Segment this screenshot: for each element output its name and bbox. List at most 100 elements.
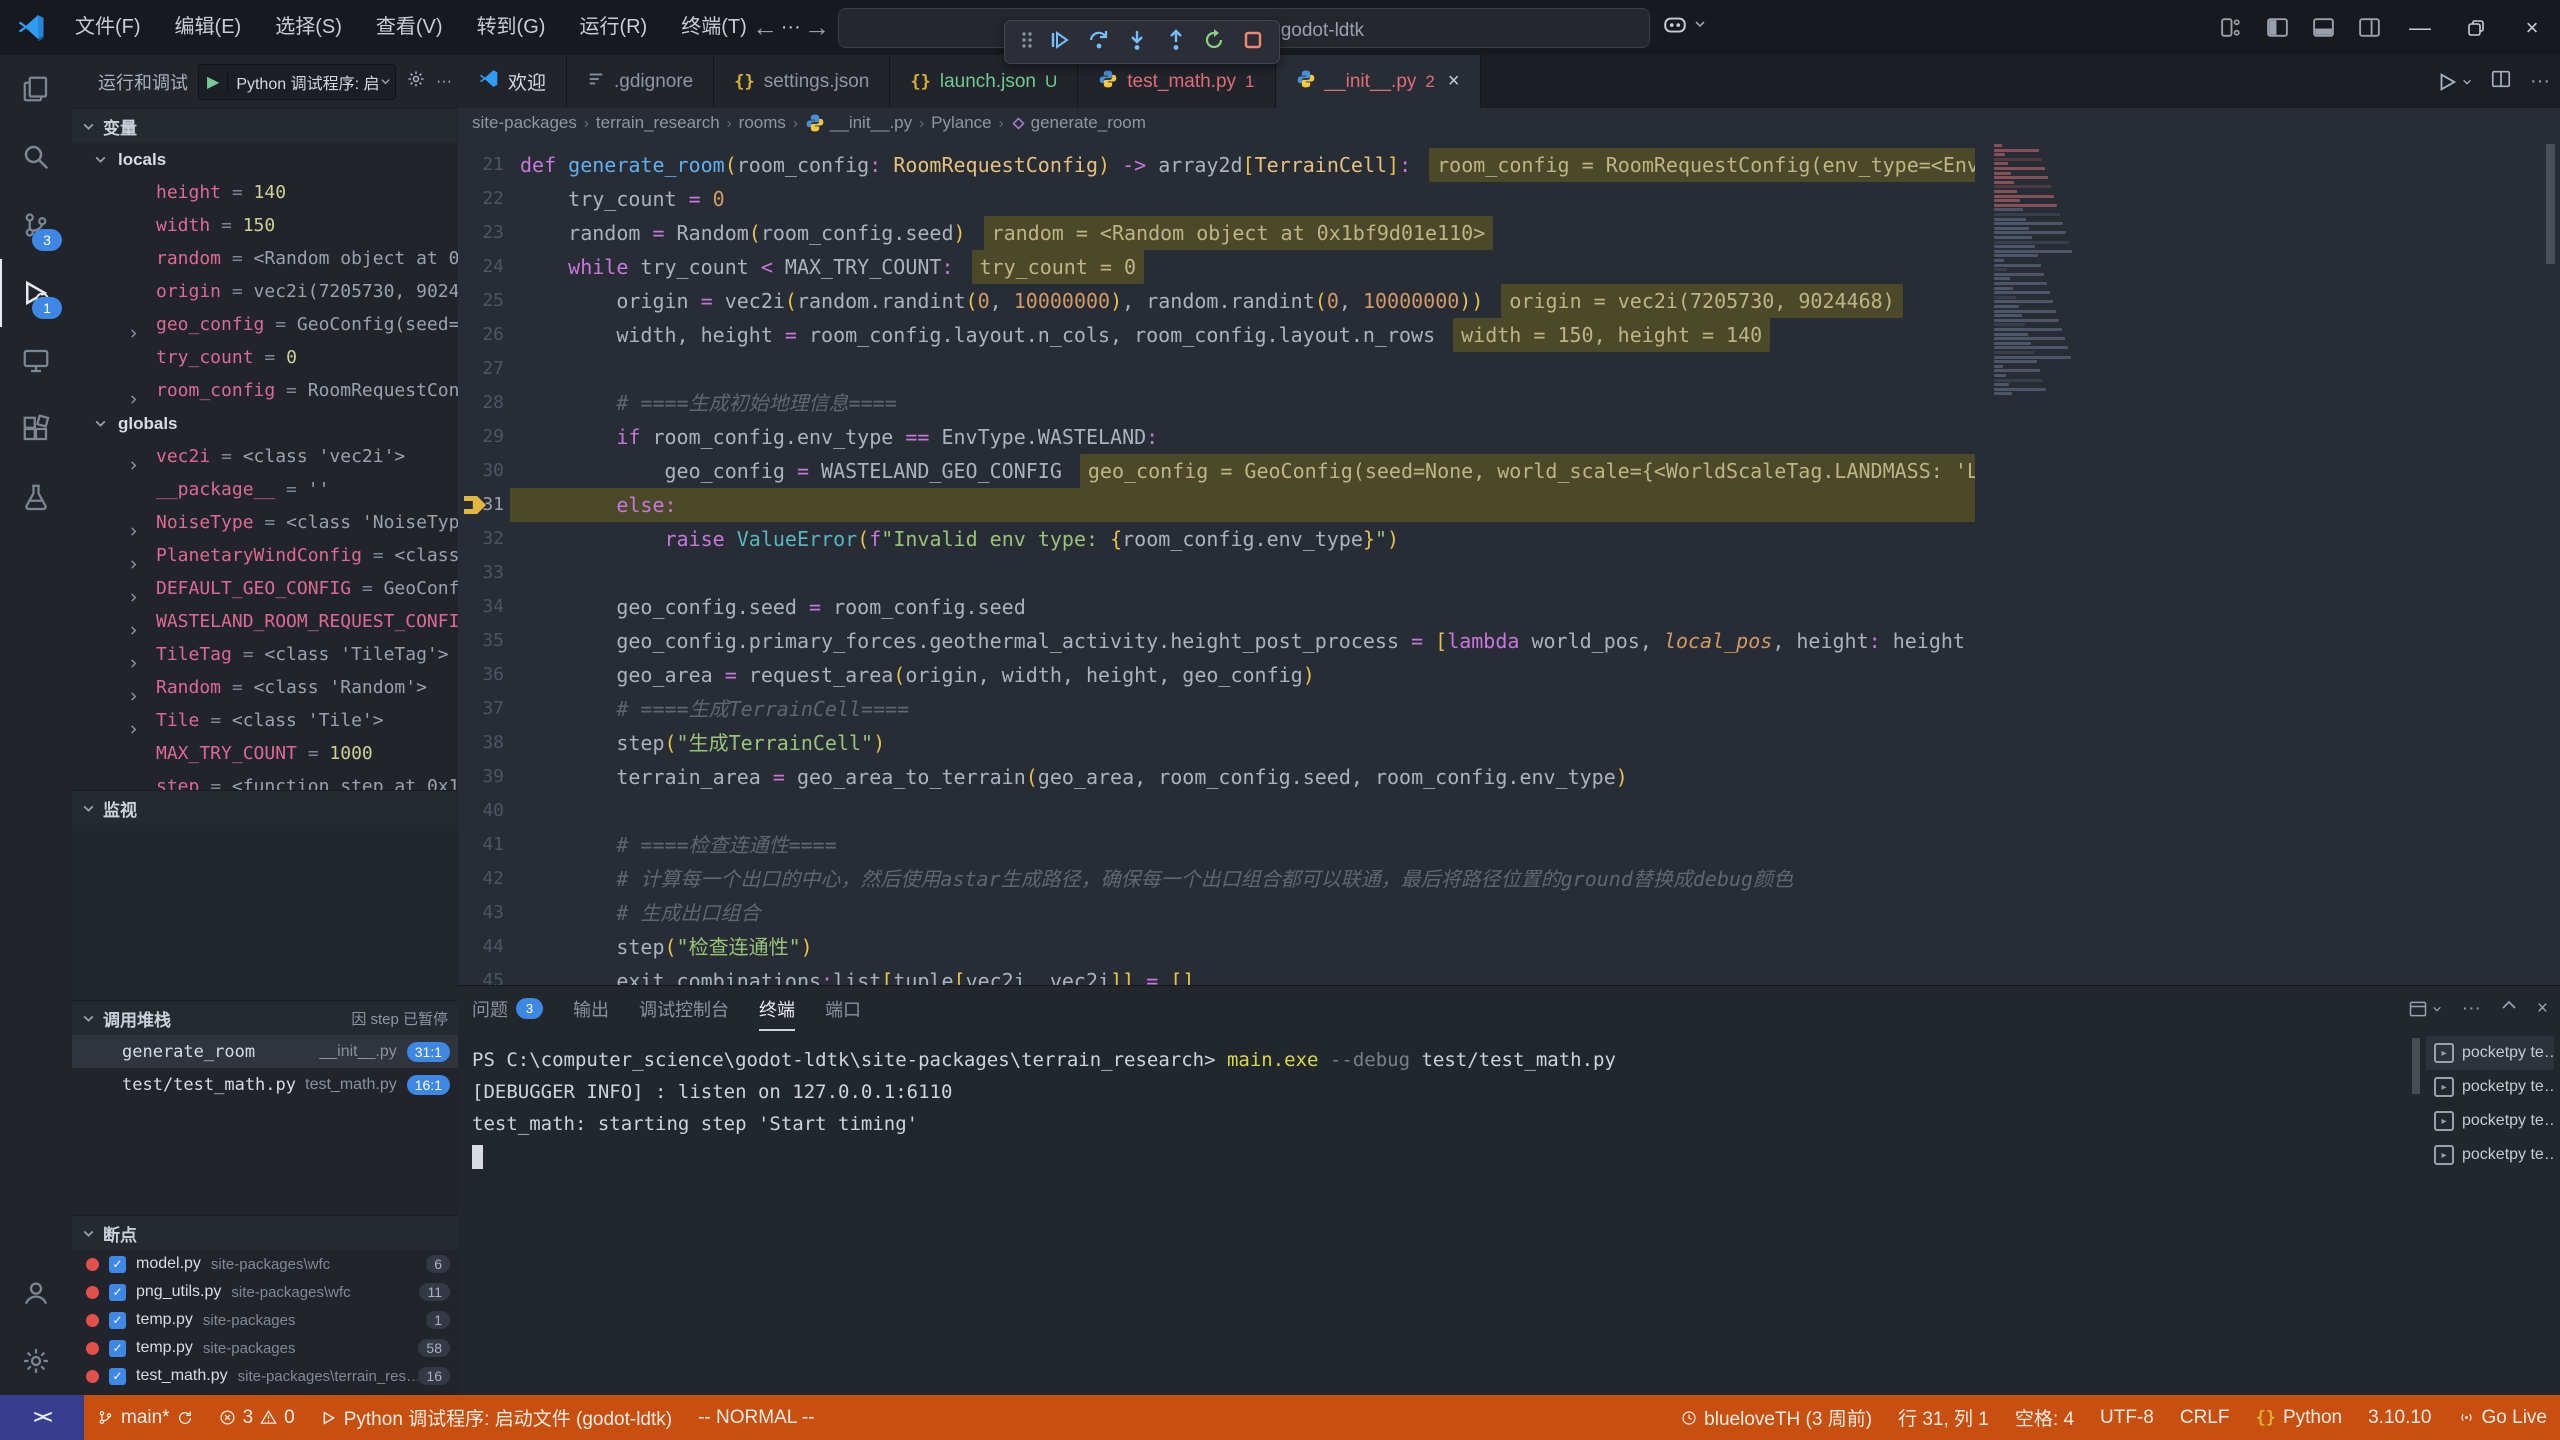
breakpoint-model.py[interactable]: ✓model.pysite-packages\wfc6 — [72, 1250, 458, 1278]
menu-item-0[interactable]: 文件(F) — [58, 0, 158, 55]
variable-geo_config[interactable]: geo_config = GeoConfig(seed=None, wor… — [72, 308, 458, 341]
variable-origin[interactable]: origin = vec2i(7205730, 9024468) — [72, 275, 458, 308]
step-over-button[interactable] — [1087, 28, 1111, 57]
status-vim-mode[interactable]: -- NORMAL -- — [685, 1395, 827, 1440]
status-indentation[interactable]: 空格: 4 — [2002, 1395, 2087, 1440]
drag-handle[interactable] — [1020, 30, 1034, 55]
section-watch[interactable]: 监视 — [72, 790, 458, 825]
variable-width[interactable]: width = 150 — [72, 209, 458, 242]
toggle-panel-icon[interactable] — [2300, 0, 2346, 55]
activity-search[interactable] — [0, 123, 72, 191]
activity-source-control[interactable]: 3 — [0, 191, 72, 259]
restart-button[interactable] — [1202, 28, 1226, 57]
section-variables[interactable]: 变量 — [72, 108, 458, 143]
more-actions-icon[interactable]: ··· — [2530, 70, 2550, 93]
tab-__init__.py[interactable]: __init__.py2× — [1276, 55, 1481, 108]
variable-vec2i[interactable]: vec2i = <class 'vec2i'> — [72, 440, 458, 473]
terminal-views-icon[interactable] — [2408, 999, 2442, 1019]
terminal-instance[interactable]: ▸pocketpy te… — [2426, 1104, 2554, 1138]
panel-tab-终端[interactable]: 终端 — [759, 986, 795, 1031]
stack-frame-generate_room[interactable]: generate_room__init__.py31:1 — [72, 1035, 458, 1068]
breakpoint-checkbox[interactable]: ✓ — [109, 1312, 126, 1329]
variable-PlanetaryWindConfig[interactable]: PlanetaryWindConfig = <class 'Planeta… — [72, 539, 458, 572]
variable-MAX_TRY_COUNT[interactable]: MAX_TRY_COUNT = 1000 — [72, 737, 458, 770]
terminal-instance[interactable]: ▸pocketpy te… — [2426, 1138, 2554, 1172]
variable-TileTag[interactable]: TileTag = <class 'TileTag'> — [72, 638, 458, 671]
breadcrumb-item[interactable]: rooms — [739, 113, 786, 133]
tab-.gdignore[interactable]: .gdignore — [567, 55, 714, 108]
menu-item-2[interactable]: 选择(S) — [258, 0, 359, 55]
status-remote-indicator[interactable]: >< — [0, 1395, 84, 1440]
close-panel-icon[interactable]: × — [2537, 998, 2548, 1020]
tab--[interactable]: 欢迎 — [458, 55, 567, 108]
variable-Random[interactable]: Random = <class 'Random'> — [72, 671, 458, 704]
menu-item-6[interactable]: 终端(T) — [664, 0, 764, 55]
maximize-panel-icon[interactable] — [2501, 998, 2517, 1020]
activity-remote-explorer[interactable] — [0, 327, 72, 395]
minimap[interactable] — [1988, 138, 2076, 985]
menu-item-1[interactable]: 编辑(E) — [158, 0, 259, 55]
terminal-scrollbar[interactable] — [2412, 1038, 2420, 1094]
status-git-branch[interactable]: main* — [84, 1395, 206, 1440]
status-debug-session[interactable]: Python 调试程序: 启动文件 (godot-ldtk) — [308, 1395, 685, 1440]
breakpoint-temp.py[interactable]: ✓temp.pysite-packages1 — [72, 1306, 458, 1334]
menu-item-4[interactable]: 转到(G) — [460, 0, 563, 55]
scope-globals[interactable]: globals — [72, 407, 458, 440]
terminal-instance[interactable]: ▸pocketpy te… — [2426, 1036, 2554, 1070]
variable-random[interactable]: random = <Random object at 0x1bf9d01e… — [72, 242, 458, 275]
stop-button[interactable] — [1241, 28, 1265, 57]
editor-scrollbar[interactable] — [2546, 144, 2555, 264]
activity-run-debug[interactable]: 1 — [0, 259, 72, 327]
forward-icon[interactable]: → — [804, 12, 830, 43]
debug-settings-gear-icon[interactable] — [406, 69, 426, 94]
terminal-output[interactable]: PS C:\computer_science\godot-ldtk\site-p… — [472, 1044, 2422, 1172]
account-icon[interactable] — [0, 1259, 72, 1327]
activity-extensions[interactable] — [0, 395, 72, 463]
stack-frame-test-test_math-py[interactable]: test/test_math.pytest_math.py16:1 — [72, 1068, 458, 1101]
variable-DEFAULT_GEO_CONFIG[interactable]: DEFAULT_GEO_CONFIG = GeoConfig(seed=1… — [72, 572, 458, 605]
more-actions-icon[interactable]: ··· — [436, 73, 452, 91]
customize-layout-icon[interactable] — [2208, 0, 2254, 55]
variable-height[interactable]: height = 140 — [72, 176, 458, 209]
status-cursor-position[interactable]: 行 31, 列 1 — [1885, 1395, 2002, 1440]
breadcrumb-item[interactable]: generate_room — [1011, 113, 1146, 133]
section-breakpoints[interactable]: 断点 — [72, 1215, 458, 1250]
panel-tab-输出[interactable]: 输出 — [573, 986, 609, 1031]
panel-tab-调试控制台[interactable]: 调试控制台 — [639, 986, 729, 1031]
status-blame[interactable]: blueloveTH (3 周前) — [1668, 1395, 1885, 1440]
code-editor[interactable]: 2021def generate_room(room_config: RoomR… — [458, 138, 2560, 985]
variable-WASTELAND_ROOM_REQUEST_CONFIG[interactable]: WASTELAND_ROOM_REQUEST_CONFIG = RoomR… — [72, 605, 458, 638]
continue-button[interactable] — [1048, 28, 1072, 57]
breadcrumb-item[interactable]: site-packages — [472, 113, 577, 133]
breakpoint-checkbox[interactable]: ✓ — [109, 1368, 126, 1385]
variable-Tile[interactable]: Tile = <class 'Tile'> — [72, 704, 458, 737]
terminal-instance[interactable]: ▸pocketpy te… — [2426, 1070, 2554, 1104]
step-into-button[interactable] — [1125, 28, 1149, 57]
tab-settings.json[interactable]: {}settings.json — [714, 55, 890, 108]
status-encoding[interactable]: UTF-8 — [2087, 1395, 2167, 1440]
variable-NoiseType[interactable]: NoiseType = <class 'NoiseType'> — [72, 506, 458, 539]
run-python-file-button[interactable] — [2436, 71, 2472, 93]
status-language-mode[interactable]: {}Python — [2242, 1395, 2355, 1440]
menu-item-3[interactable]: 查看(V) — [359, 0, 460, 55]
toggle-secondary-sidebar-icon[interactable] — [2346, 0, 2392, 55]
status-eol[interactable]: CRLF — [2167, 1395, 2243, 1440]
restore-button[interactable] — [2448, 0, 2504, 55]
step-out-button[interactable] — [1164, 28, 1188, 57]
more-actions-icon[interactable]: ··· — [2462, 998, 2481, 1020]
copilot-button[interactable] — [1662, 11, 1706, 37]
back-icon[interactable]: ← — [752, 12, 778, 43]
minimize-button[interactable]: — — [2392, 0, 2448, 55]
start-debug-icon[interactable]: ▶ — [199, 72, 228, 92]
menu-item-5[interactable]: 运行(R) — [562, 0, 664, 55]
breadcrumb-item[interactable]: __init__.py — [805, 113, 912, 133]
breadcrumb-item[interactable]: terrain_research — [596, 113, 720, 133]
debug-config-dropdown[interactable]: ▶ Python 调试程序: 启 — [198, 64, 396, 100]
settings-gear-icon[interactable] — [0, 1327, 72, 1395]
split-editor-icon[interactable] — [2490, 68, 2512, 95]
panel-tab-问题[interactable]: 问题3 — [472, 986, 543, 1031]
breakpoint-test_math.py[interactable]: ✓test_math.pysite-packages\terrain_res…1… — [72, 1362, 458, 1390]
status-problems[interactable]: 30 — [206, 1395, 308, 1440]
variable-try_count[interactable]: try_count = 0 — [72, 341, 458, 374]
activity-testing[interactable] — [0, 463, 72, 531]
